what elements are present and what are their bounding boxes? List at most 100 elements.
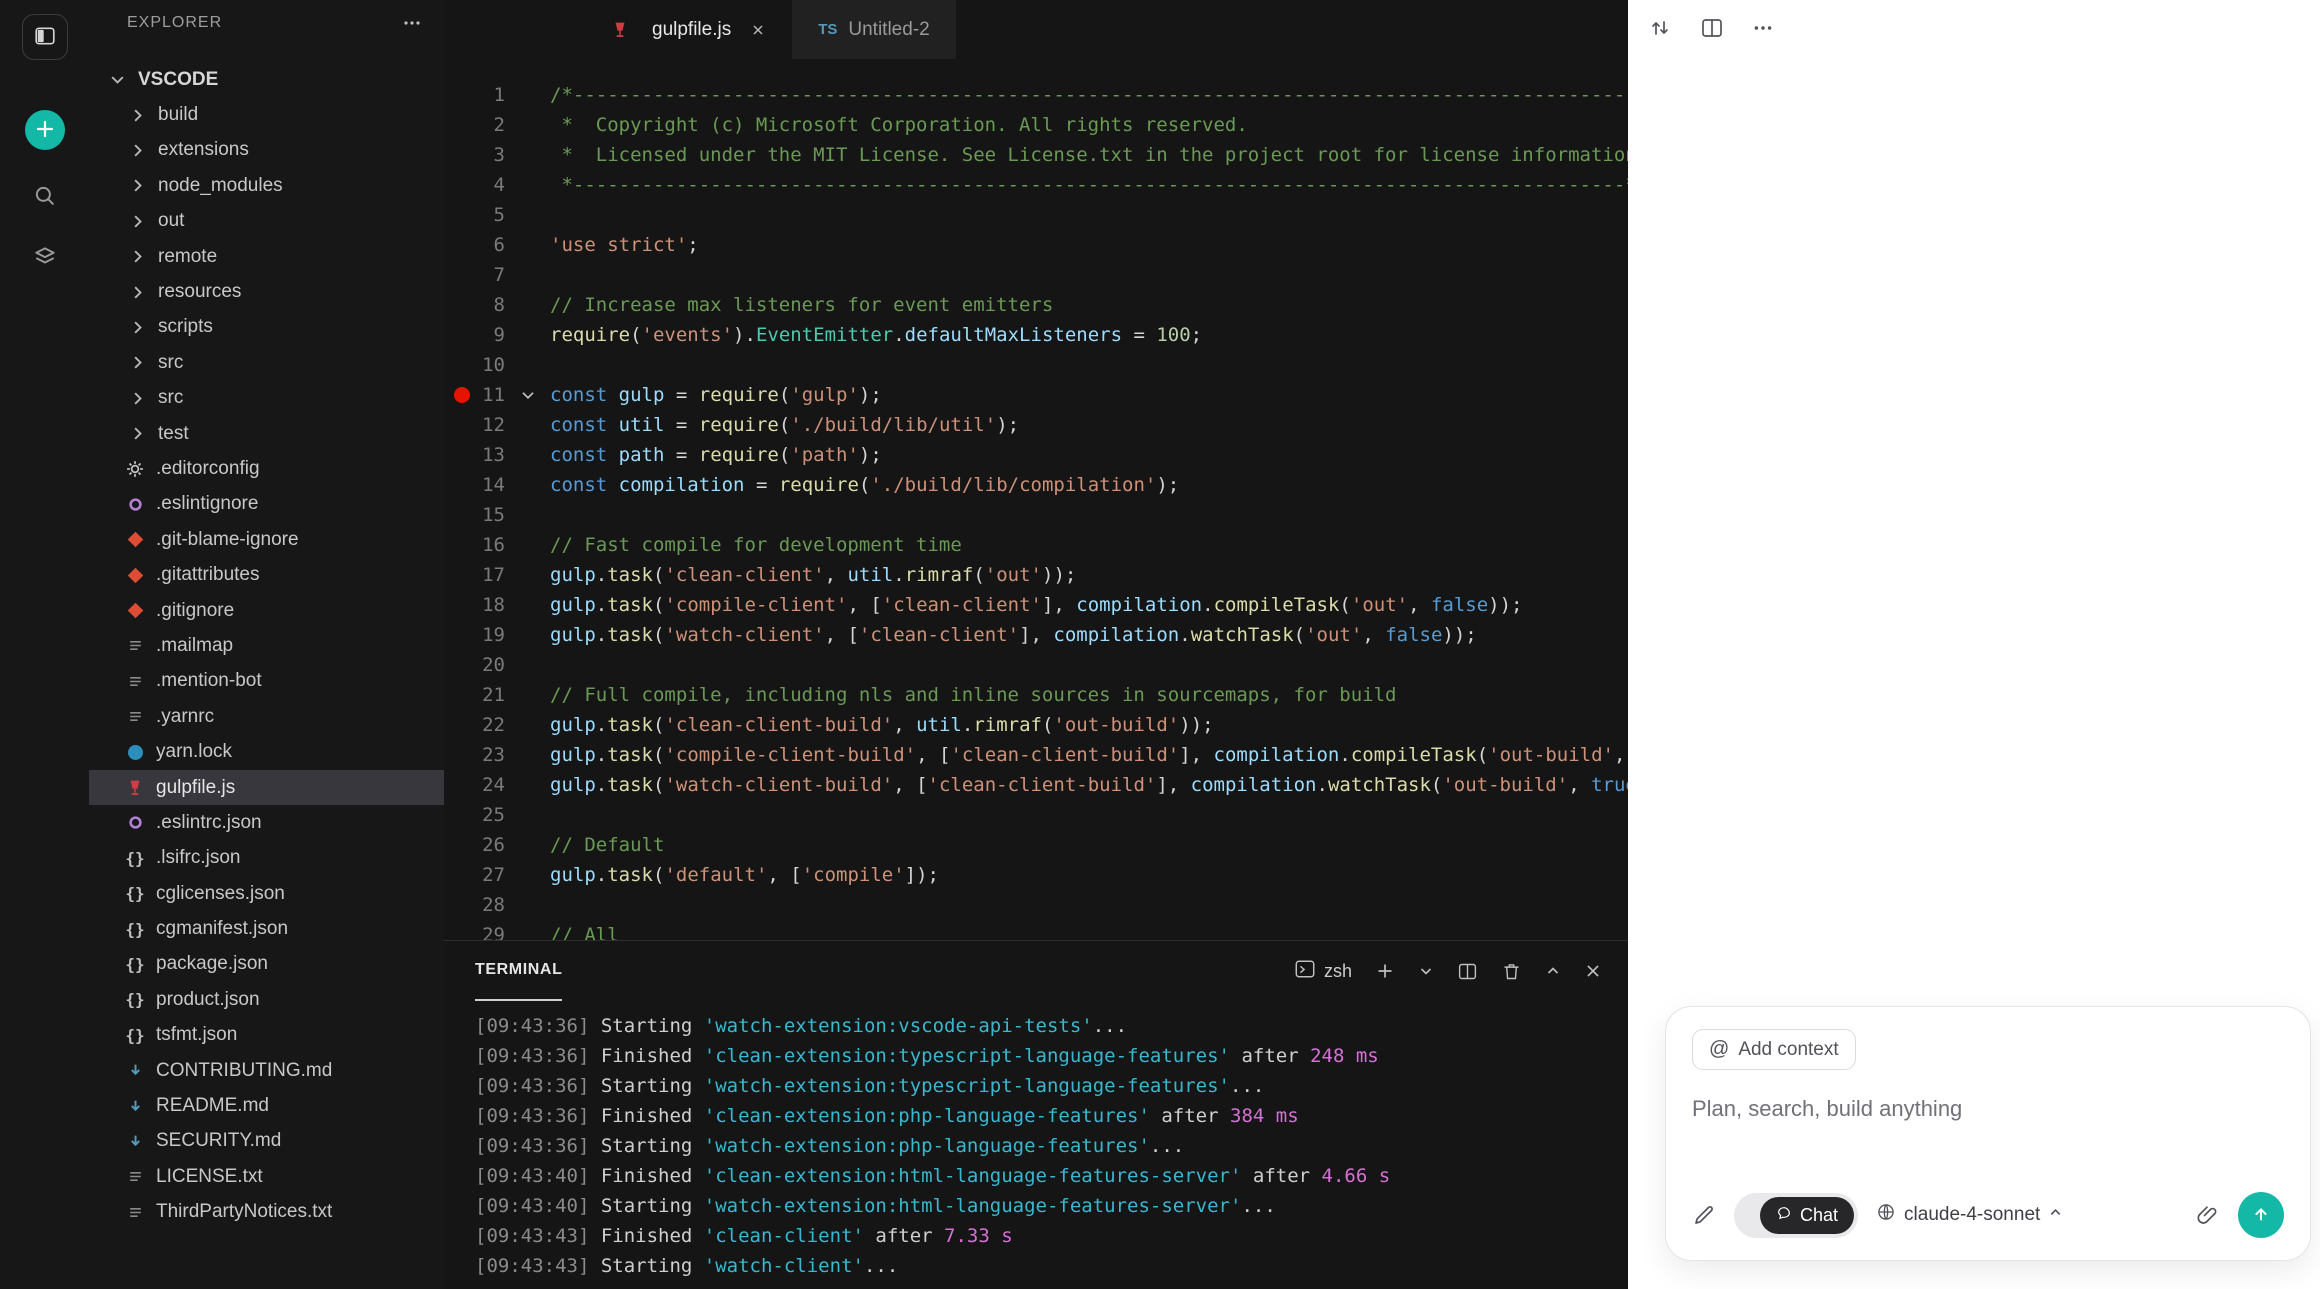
send-button[interactable] (2238, 1192, 2284, 1238)
more-icon[interactable] (1752, 17, 1774, 39)
pen-icon[interactable] (1692, 1203, 1716, 1227)
chevron-right-icon (125, 283, 149, 302)
activity-bar (0, 0, 89, 1289)
tree-item-remote[interactable]: remote (89, 239, 444, 274)
model-selector[interactable]: claude-4-sonnet (1876, 1202, 2063, 1228)
layers-button[interactable] (25, 239, 65, 275)
tree-item-label: gulpfile.js (156, 777, 235, 799)
tree-item-resources[interactable]: resources (89, 274, 444, 309)
code-editor[interactable]: 1/*-------------------------------------… (444, 59, 1628, 940)
tree-item-test[interactable]: test (89, 416, 444, 451)
line-number: 9 (444, 320, 505, 350)
chat-panel: @ Add context Plan, search, build anythi… (1628, 0, 2320, 1289)
line-number: 21 (444, 680, 505, 710)
breakpoint-dot[interactable] (454, 387, 470, 403)
line-number: 23 (444, 740, 505, 770)
explorer-header: EXPLORER (89, 0, 444, 46)
terminal-tab[interactable]: TERMINAL (475, 941, 562, 1001)
shell-selector[interactable]: zsh (1294, 958, 1352, 985)
file-tree: VSCODE build extensionsnode_modulesout remo… (89, 62, 444, 1230)
code-line: 4 *-------------------------------------… (444, 170, 1628, 200)
tree-item-cglicenses-json[interactable]: {}cglicenses.json (89, 876, 444, 911)
tree-item-tsfmt-json[interactable]: {}tsfmt.json (89, 1018, 444, 1053)
line-number: 19 (444, 620, 505, 650)
tree-item-readme-md[interactable]: README.md (89, 1088, 444, 1123)
terminal-line: [09:43:36] Finished 'clean-extension:php… (475, 1101, 1628, 1131)
tree-item--editorconfig[interactable]: .editorconfig (89, 451, 444, 486)
tree-item-label: ThirdPartyNotices.txt (156, 1201, 332, 1223)
split-panel-icon[interactable] (1700, 16, 1724, 40)
tree-item--lsifrc-json[interactable]: {}.lsifrc.json (89, 841, 444, 876)
tree-item-contributing-md[interactable]: CONTRIBUTING.md (89, 1053, 444, 1088)
tree-item--eslintignore[interactable]: .eslintignore (89, 487, 444, 522)
tree-item--gitattributes[interactable]: .gitattributes (89, 557, 444, 592)
tree-item-security-md[interactable]: SECURITY.md (89, 1124, 444, 1159)
line-number: 17 (444, 560, 505, 590)
tree-item-extensions[interactable]: extensions (89, 133, 444, 168)
code-line: 16// Fast compile for development time (444, 530, 1628, 560)
tree-item-license-txt[interactable]: LICENSE.txt (89, 1159, 444, 1194)
code-line: 19gulp.task('watch-client', ['clean-clie… (444, 620, 1628, 650)
history-icon[interactable] (1648, 16, 1672, 40)
paperclip-icon[interactable] (2196, 1203, 2220, 1227)
chevron-down-icon (105, 70, 129, 89)
tree-item-product-json[interactable]: {}product.json (89, 982, 444, 1017)
chevron-down-icon[interactable] (1418, 963, 1434, 979)
typescript-icon: TS (818, 21, 837, 38)
chat-input[interactable]: Plan, search, build anything (1692, 1096, 2284, 1192)
code-line: 17gulp.task('clean-client', util.rimraf(… (444, 560, 1628, 590)
chat-bubble-icon (1776, 1205, 1792, 1226)
trash-icon[interactable] (1501, 961, 1522, 982)
tree-item-label: .git-blame-ignore (156, 529, 299, 551)
code-line: 3 * Licensed under the MIT License. See … (444, 140, 1628, 170)
fold-icon[interactable] (505, 380, 550, 410)
tree-item-gulpfile-js[interactable]: gulpfile.js (89, 770, 444, 805)
new-chat-button[interactable] (25, 110, 65, 150)
close-icon[interactable] (750, 22, 766, 38)
md-file-icon (123, 1062, 147, 1079)
more-icon[interactable] (402, 13, 422, 33)
tree-item-label: build (158, 104, 198, 126)
split-terminal-button[interactable] (1457, 961, 1478, 982)
new-terminal-button[interactable] (1375, 961, 1395, 981)
tree-item--git-blame-ignore[interactable]: .git-blame-ignore (89, 522, 444, 557)
tree-item-vscode[interactable]: VSCODE (89, 62, 444, 97)
add-context-button[interactable]: @ Add context (1692, 1029, 1856, 1070)
mode-chat-chip[interactable]: Chat (1760, 1197, 1854, 1234)
chevron-right-icon (125, 176, 149, 195)
tree-item-yarn-lock[interactable]: yarn.lock (89, 734, 444, 769)
at-icon: @ (1709, 1038, 1729, 1061)
tree-item-out[interactable]: out (89, 204, 444, 239)
tree-item-cgmanifest-json[interactable]: {}cgmanifest.json (89, 911, 444, 946)
tree-item-label: SECURITY.md (156, 1130, 281, 1152)
tree-item--eslintrc-json[interactable]: .eslintrc.json (89, 805, 444, 840)
tree-item--gitignore[interactable]: .gitignore (89, 593, 444, 628)
tree-item-src[interactable]: src (89, 345, 444, 380)
tab-gulpfile[interactable]: gulpfile.js (582, 0, 792, 59)
tree-item-node-modules[interactable]: node_modules (89, 168, 444, 203)
terminal-icon (1294, 958, 1316, 985)
tree-item-scripts[interactable]: scripts (89, 310, 444, 345)
terminal-line: [09:43:40] Starting 'watch-extension:htm… (475, 1191, 1628, 1221)
chat-input-box[interactable]: @ Add context Plan, search, build anythi… (1665, 1006, 2311, 1261)
tree-item--mention-bot[interactable]: .mention-bot (89, 664, 444, 699)
mode-toggle[interactable]: Chat (1734, 1193, 1858, 1238)
tree-item-build[interactable]: build (89, 97, 444, 132)
code-line: 15 (444, 500, 1628, 530)
line-number: 27 (444, 860, 505, 890)
sidebar-toggle-button[interactable] (22, 14, 68, 60)
list-file-icon (123, 1168, 147, 1185)
terminal-line: [09:43:43] Finished 'clean-client' after… (475, 1221, 1628, 1251)
tree-item-thirdpartynotices-txt[interactable]: ThirdPartyNotices.txt (89, 1195, 444, 1230)
search-button[interactable] (25, 179, 65, 215)
chevron-up-icon[interactable] (1545, 963, 1561, 979)
line-number: 10 (444, 350, 505, 380)
tree-item-src[interactable]: src (89, 381, 444, 416)
tree-item-label: remote (158, 246, 217, 268)
close-panel-icon[interactable] (1584, 962, 1602, 980)
tree-item--yarnrc[interactable]: .yarnrc (89, 699, 444, 734)
editor-region: gulpfile.js TS Untitled-2 1/*-----------… (444, 0, 1628, 1289)
tree-item-package-json[interactable]: {}package.json (89, 947, 444, 982)
tree-item--mailmap[interactable]: .mailmap (89, 628, 444, 663)
tab-untitled[interactable]: TS Untitled-2 (792, 0, 956, 59)
